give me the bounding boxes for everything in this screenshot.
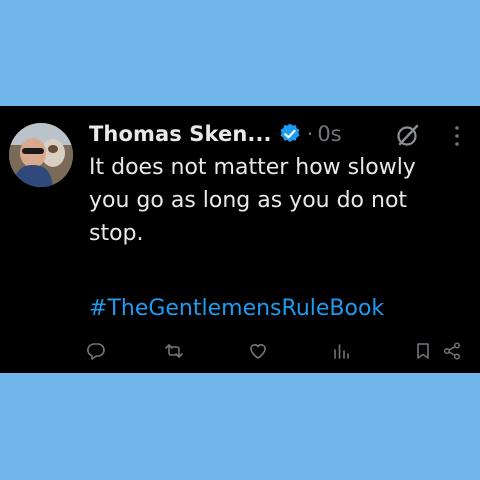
separator-dot: · bbox=[306, 122, 314, 146]
bookmark-icon[interactable] bbox=[413, 341, 433, 361]
timestamp[interactable]: 0s bbox=[317, 122, 341, 146]
screen: Thomas Sken... · 0s It does not matter h… bbox=[0, 0, 480, 480]
more-vertical-icon[interactable] bbox=[450, 123, 464, 149]
like-icon[interactable] bbox=[248, 341, 268, 361]
reply-icon[interactable] bbox=[86, 341, 106, 361]
views-icon[interactable] bbox=[331, 341, 351, 361]
share-icon[interactable] bbox=[442, 341, 462, 361]
tweet-header: Thomas Sken... · 0s bbox=[89, 119, 342, 149]
avatar[interactable] bbox=[9, 123, 73, 187]
hashtag-link[interactable]: #TheGentlemensRuleBook bbox=[89, 294, 384, 324]
tweet-text: It does not matter how slowly you go as … bbox=[89, 155, 416, 246]
verified-badge-icon bbox=[278, 122, 302, 146]
author-name[interactable]: Thomas Sken... bbox=[89, 122, 272, 146]
grok-icon[interactable] bbox=[395, 122, 421, 148]
retweet-icon[interactable] bbox=[164, 341, 184, 361]
